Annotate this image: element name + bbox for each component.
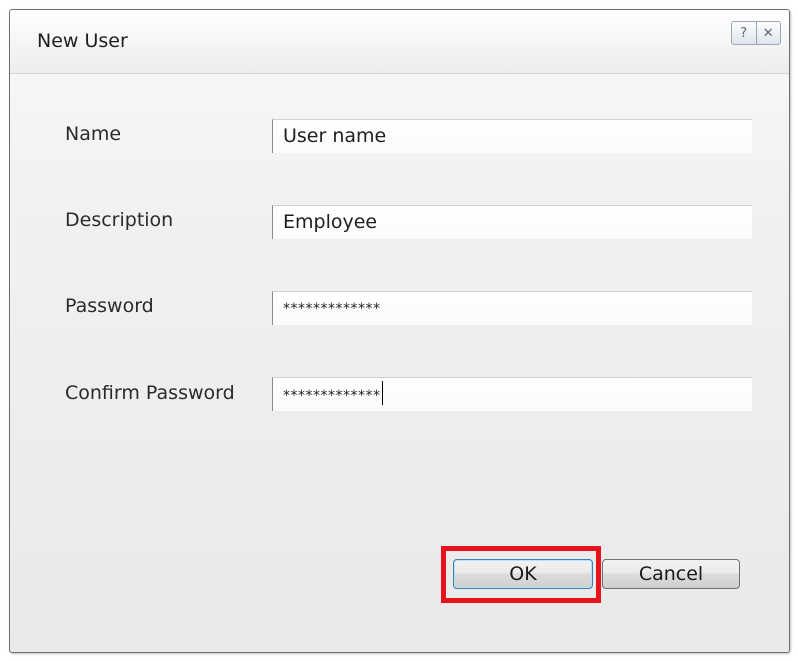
title-bar: New User ? ✕	[10, 10, 789, 74]
new-user-dialog: New User ? ✕ Name User name Description …	[9, 9, 790, 653]
ok-button[interactable]: OK	[453, 559, 593, 589]
description-label: Description	[65, 209, 174, 231]
confirm-password-field[interactable]: *************	[272, 377, 752, 411]
password-label: Password	[65, 295, 154, 317]
text-caret	[381, 381, 383, 405]
cancel-button[interactable]: Cancel	[602, 559, 740, 589]
help-icon[interactable]: ?	[732, 22, 756, 44]
dialog-title: New User	[37, 30, 128, 52]
close-icon[interactable]: ✕	[755, 22, 781, 44]
name-field[interactable]: User name	[272, 119, 752, 153]
confirm-password-label: Confirm Password	[65, 382, 235, 404]
description-field[interactable]: Employee	[272, 205, 752, 239]
name-label: Name	[65, 123, 122, 145]
title-bar-buttons: ? ✕	[731, 21, 781, 45]
confirm-password-value: *************	[283, 388, 381, 404]
password-field[interactable]: *************	[272, 291, 752, 325]
